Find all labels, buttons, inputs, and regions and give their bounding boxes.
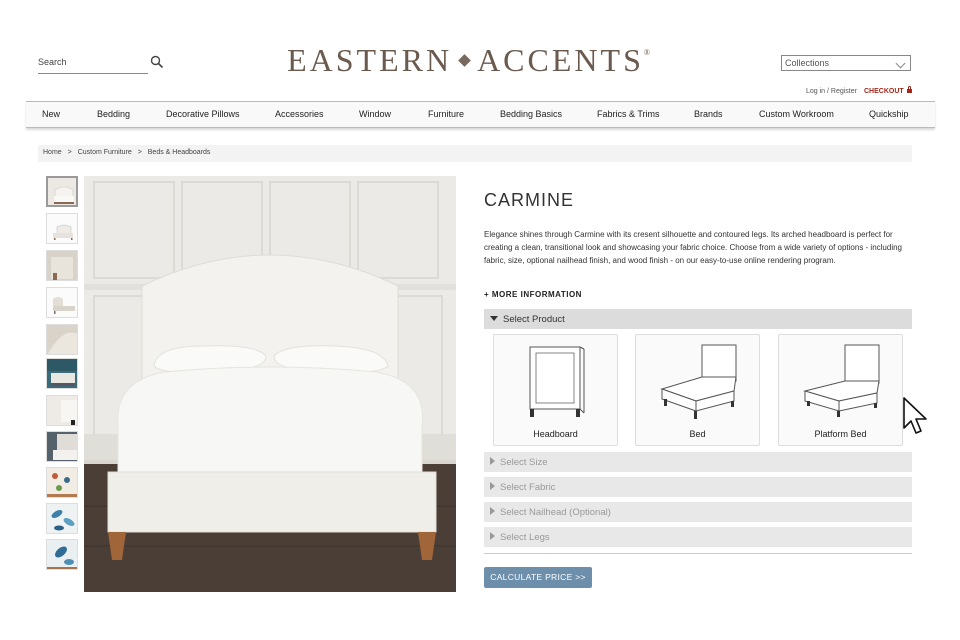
thumbnail[interactable] xyxy=(46,176,78,207)
thumbnail[interactable] xyxy=(46,358,78,389)
accordion-label: Select Fabric xyxy=(500,482,556,493)
caret-right-icon xyxy=(490,457,495,465)
nav-item-furniture[interactable]: Furniture xyxy=(428,109,464,119)
accordion-label: Select Legs xyxy=(500,532,550,543)
calculate-price-button[interactable]: CALCULATE PRICE >> xyxy=(484,567,592,588)
thumbnail[interactable] xyxy=(46,213,78,244)
option-card-headboard[interactable]: Headboard xyxy=(493,334,618,446)
caret-down-icon xyxy=(490,316,498,321)
accordion-select-nailhead[interactable]: Select Nailhead (Optional) xyxy=(484,502,912,522)
platform-bed-illustration xyxy=(803,344,880,417)
thumbnail[interactable] xyxy=(46,467,78,498)
nav-item-decorative-pillows[interactable]: Decorative Pillows xyxy=(166,109,240,119)
nav-item-fabrics-trims[interactable]: Fabrics & Trims xyxy=(597,109,660,119)
search-icon[interactable] xyxy=(150,55,164,69)
accordion-select-size[interactable]: Select Size xyxy=(484,452,912,472)
nav-item-custom-workroom[interactable]: Custom Workroom xyxy=(759,109,834,119)
caret-right-icon xyxy=(490,532,495,540)
nav-item-window[interactable]: Window xyxy=(359,109,391,119)
option-card-bed[interactable]: Bed xyxy=(635,334,760,446)
breadcrumb-separator: > xyxy=(67,149,72,156)
product-main-image[interactable] xyxy=(84,176,456,592)
breadcrumb-separator: > xyxy=(137,149,142,156)
breadcrumb-home[interactable]: Home xyxy=(43,149,62,156)
thumbnail[interactable] xyxy=(46,503,78,534)
nav-item-brands[interactable]: Brands xyxy=(694,109,723,119)
breadcrumb-custom-furniture[interactable]: Custom Furniture xyxy=(78,149,132,156)
search-input[interactable]: Search xyxy=(38,55,148,74)
accordion-select-fabric[interactable]: Select Fabric xyxy=(484,477,912,497)
thumbnail[interactable] xyxy=(46,539,78,570)
registered-mark: ® xyxy=(643,48,653,57)
nav-item-new[interactable]: New xyxy=(42,109,60,119)
accordion-select-product[interactable]: Select Product xyxy=(484,309,912,329)
option-card-platform-bed[interactable]: Platform Bed xyxy=(778,334,903,446)
option-label: Headboard xyxy=(533,429,578,439)
caret-right-icon xyxy=(490,507,495,515)
lock-icon xyxy=(906,86,912,93)
chevron-down-icon xyxy=(895,58,906,69)
thumbnail[interactable] xyxy=(46,250,78,281)
login-register-link[interactable]: Log in / Register xyxy=(806,88,857,95)
main-nav: New Bedding Decorative Pillows Accessori… xyxy=(26,101,935,128)
collections-dropdown[interactable]: Collections xyxy=(781,55,911,71)
caret-right-icon xyxy=(490,482,495,490)
diamond-icon xyxy=(458,54,471,68)
breadcrumb: Home > Custom Furniture > Beds & Headboa… xyxy=(38,145,912,162)
logo-word-right: ACCENTS xyxy=(477,42,644,78)
thumbnail[interactable] xyxy=(46,324,78,355)
bed-illustration xyxy=(660,344,737,419)
accordion-label: Select Size xyxy=(500,457,548,468)
option-label: Platform Bed xyxy=(814,429,867,439)
collections-label: Collections xyxy=(785,58,830,68)
breadcrumb-beds-headboards[interactable]: Beds & Headboards xyxy=(148,149,211,156)
product-title: CARMINE xyxy=(484,190,575,210)
thumbnail[interactable] xyxy=(46,287,78,318)
accordion-label: Select Product xyxy=(503,314,565,325)
nav-item-quickship[interactable]: Quickship xyxy=(869,109,909,119)
checkout-label: CHECKOUT xyxy=(864,88,904,95)
thumbnail[interactable] xyxy=(46,395,78,426)
search-label: Search xyxy=(38,57,67,67)
accordion-select-legs[interactable]: Select Legs xyxy=(484,527,912,547)
logo-word-left: EASTERN xyxy=(287,42,453,78)
nav-item-bedding[interactable]: Bedding xyxy=(97,109,130,119)
product-description: Elegance shines through Carmine with its… xyxy=(484,230,902,265)
accordion-label: Select Nailhead (Optional) xyxy=(500,507,611,518)
headboard-illustration xyxy=(529,346,585,417)
more-information-toggle[interactable]: + MORE INFORMATION xyxy=(484,290,582,299)
pointer-cursor-icon xyxy=(903,397,927,434)
checkout-link[interactable]: CHECKOUT xyxy=(864,86,912,95)
nav-item-accessories[interactable]: Accessories xyxy=(275,109,324,119)
brand-logo[interactable]: EASTERN ACCENTS® xyxy=(260,42,680,79)
divider xyxy=(484,553,912,554)
nav-item-bedding-basics[interactable]: Bedding Basics xyxy=(500,109,562,119)
thumbnail[interactable] xyxy=(46,431,78,462)
option-label: Bed xyxy=(689,429,706,439)
